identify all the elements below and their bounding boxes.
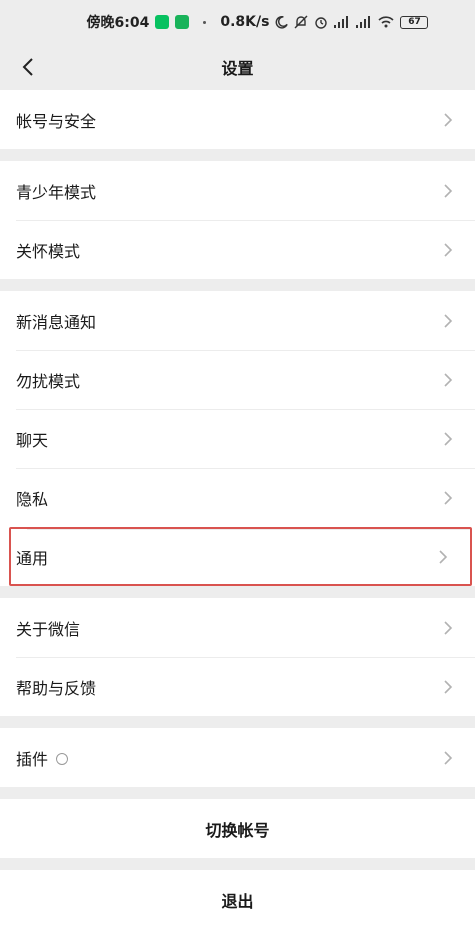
settings-item-do-not-disturb[interactable]: 勿扰模式	[0, 350, 475, 409]
switch-account-button[interactable]: 切换帐号	[0, 799, 475, 858]
settings-item-label: 隐私	[16, 489, 49, 509]
app-icon	[175, 15, 190, 29]
settings-item-notifications[interactable]: 新消息通知	[0, 291, 475, 350]
wifi-icon	[378, 16, 395, 28]
settings-item-label: 插件	[16, 749, 49, 769]
settings-group-account: 帐号与安全	[0, 90, 475, 149]
section-divider	[0, 279, 475, 291]
back-button[interactable]	[8, 44, 48, 90]
alarm-icon	[314, 15, 328, 29]
network-speed: 0.8K/s	[220, 14, 270, 30]
chevron-right-icon	[444, 112, 453, 127]
settings-item-label: 勿扰模式	[16, 371, 81, 391]
section-divider	[0, 716, 475, 728]
chevron-left-icon	[22, 58, 33, 76]
battery-icon: 67	[400, 15, 429, 29]
settings-item-label: 通用	[16, 548, 49, 568]
settings-item-label: 关于微信	[16, 619, 81, 639]
settings-item-label: 青少年模式	[16, 182, 97, 202]
settings-item-label: 新消息通知	[16, 312, 97, 332]
settings-item-care-mode[interactable]: 关怀模式	[0, 220, 475, 279]
navigation-bar: 设置	[0, 44, 475, 90]
settings-item-plugins[interactable]: 插件	[0, 728, 475, 787]
chevron-right-icon	[444, 490, 453, 505]
settings-item-general[interactable]: 通用	[9, 527, 472, 586]
logout-button[interactable]: 退出	[0, 870, 475, 929]
chevron-right-icon	[444, 431, 453, 446]
wechat-notification-icon	[155, 15, 170, 29]
settings-item-label: 帐号与安全	[16, 111, 97, 131]
settings-item-account-security[interactable]: 帐号与安全	[0, 90, 475, 149]
chevron-right-icon	[444, 679, 453, 694]
signal-icon	[356, 16, 372, 28]
status-time: 傍晚6:04	[86, 15, 150, 31]
settings-item-chat[interactable]: 聊天	[0, 409, 475, 468]
settings-item-teen-mode[interactable]: 青少年模式	[0, 161, 475, 220]
plugin-badge-icon	[56, 753, 69, 765]
status-bar: 傍晚6:04 0.8K/s 67	[0, 0, 475, 44]
signal-icon	[334, 16, 350, 28]
chevron-right-icon	[444, 750, 453, 765]
separator-dot	[203, 20, 207, 24]
chevron-right-icon	[444, 183, 453, 198]
settings-item-privacy[interactable]: 隐私	[0, 468, 475, 527]
settings-group-about: 关于微信 帮助与反馈	[0, 598, 475, 716]
settings-group-general: 新消息通知 勿扰模式 聊天 隐私 通用	[0, 291, 475, 586]
chevron-right-icon	[439, 549, 448, 564]
chevron-right-icon	[444, 372, 453, 387]
settings-item-about-wechat[interactable]: 关于微信	[0, 598, 475, 657]
section-divider	[0, 787, 475, 799]
chevron-right-icon	[444, 620, 453, 635]
settings-item-label: 帮助与反馈	[16, 678, 97, 698]
settings-item-help-feedback[interactable]: 帮助与反馈	[0, 657, 475, 716]
settings-item-label-wrap: 插件	[16, 746, 443, 770]
settings-group-modes: 青少年模式 关怀模式	[0, 161, 475, 279]
chevron-right-icon	[444, 313, 453, 328]
settings-item-label: 聊天	[16, 430, 49, 450]
chevron-right-icon	[444, 242, 453, 257]
mute-bell-icon	[294, 15, 308, 29]
settings-item-label: 关怀模式	[16, 241, 81, 261]
section-divider	[0, 149, 475, 161]
settings-group-plugins: 插件	[0, 728, 475, 787]
section-divider	[0, 586, 475, 598]
page-title: 设置	[221, 59, 254, 78]
moon-icon	[275, 15, 289, 29]
section-divider	[0, 858, 475, 870]
